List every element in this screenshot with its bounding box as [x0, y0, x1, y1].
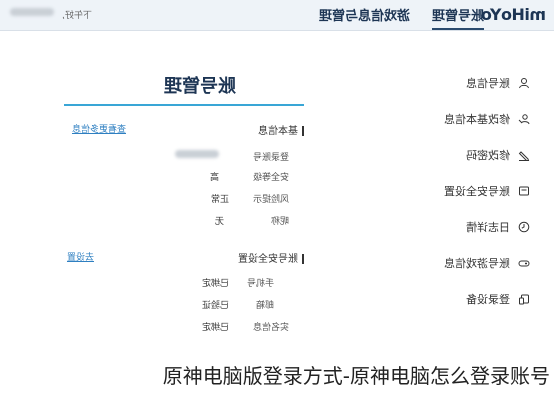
sidebar-item-logs[interactable]: 日志详情 — [466, 219, 530, 235]
login-account-value — [175, 150, 219, 161]
nav-game-info[interactable]: 游戏信息与管理 — [319, 5, 410, 24]
sidebar-item-label: 修改基本信息 — [444, 113, 510, 126]
device-icon — [518, 293, 530, 305]
risk-alert-label: 风险提示 — [252, 195, 289, 205]
top-bar: miHoYo 账号管理 游戏信息与管理 下午好, — [0, 0, 554, 31]
sidebar-item-label: 账号信息 — [466, 77, 510, 90]
basic-info-heading-text: 基本信息 — [258, 126, 298, 137]
clock-icon — [518, 221, 530, 233]
pencil-icon — [518, 149, 530, 161]
image-caption: 原神电脑版登录方式-原神电脑怎么登录账号 — [162, 364, 550, 388]
section-marker — [302, 254, 304, 264]
security-settings-heading-text: 账号安全设置 — [238, 254, 298, 265]
sidebar-item-label: 账号游戏信息 — [444, 257, 510, 270]
nickname-value: 无 — [214, 217, 224, 227]
login-account-label: 登录账号 — [252, 153, 289, 163]
basic-info-heading: 基本信息 — [258, 122, 304, 137]
blurred-account — [175, 150, 219, 158]
mirrored-page: miHoYo 账号管理 游戏信息与管理 下午好, 账号信息 修改基本信息 修改密… — [0, 0, 554, 400]
user-area: 下午好, — [10, 8, 92, 21]
page-title-block: 账号管理 — [64, 72, 304, 106]
real-name-label: 实名信息 — [252, 323, 289, 333]
sidebar-item-label: 账号安全设置 — [444, 185, 510, 198]
blurred-username — [10, 8, 54, 16]
page-title: 账号管理 — [164, 76, 236, 97]
nav-account-management[interactable]: 账号管理 — [431, 5, 484, 30]
real-name-value: 已绑定 — [201, 323, 229, 333]
sidebar-item-devices[interactable]: 登录设备 — [466, 291, 530, 307]
sidebar-item-label: 登录设备 — [466, 293, 510, 306]
section-marker — [302, 126, 304, 136]
person-edit-icon — [518, 113, 530, 125]
email-value: 已验证 — [201, 301, 229, 311]
sidebar-item-security[interactable]: 账号安全设置 — [444, 183, 530, 199]
nickname-label: 昵称 — [270, 217, 289, 227]
greeting: 下午好, — [62, 11, 92, 21]
view-more-info-link[interactable]: 查看更多信息 — [72, 122, 126, 135]
risk-alert-value: 正常 — [210, 195, 229, 205]
shield-icon — [518, 185, 530, 197]
security-level-label: 安全等级 — [252, 173, 289, 183]
gamepad-icon — [518, 257, 530, 269]
security-settings-heading: 账号安全设置 — [238, 250, 304, 265]
mihoyo-logo[interactable]: miHoYo — [481, 5, 546, 24]
sidebar-item-change-password[interactable]: 修改密码 — [466, 147, 530, 163]
email-label: 邮箱 — [255, 301, 274, 311]
sidebar-item-label: 修改密码 — [466, 149, 510, 162]
user-icon — [518, 77, 530, 89]
sidebar: 账号信息 修改基本信息 修改密码 账号安全设置 日志详情 账号游戏信息 登录设备 — [384, 30, 554, 400]
sidebar-item-account-info[interactable]: 账号信息 — [466, 75, 530, 91]
go-settings-link[interactable]: 去设置 — [67, 250, 94, 263]
security-level-value: 高 — [209, 173, 219, 183]
phone-label: 手机号 — [246, 279, 274, 289]
sidebar-item-label: 日志详情 — [466, 221, 510, 234]
sidebar-item-game-info[interactable]: 账号游戏信息 — [444, 255, 530, 271]
sidebar-item-edit-basic[interactable]: 修改基本信息 — [444, 111, 530, 127]
phone-value: 已绑定 — [201, 279, 229, 289]
